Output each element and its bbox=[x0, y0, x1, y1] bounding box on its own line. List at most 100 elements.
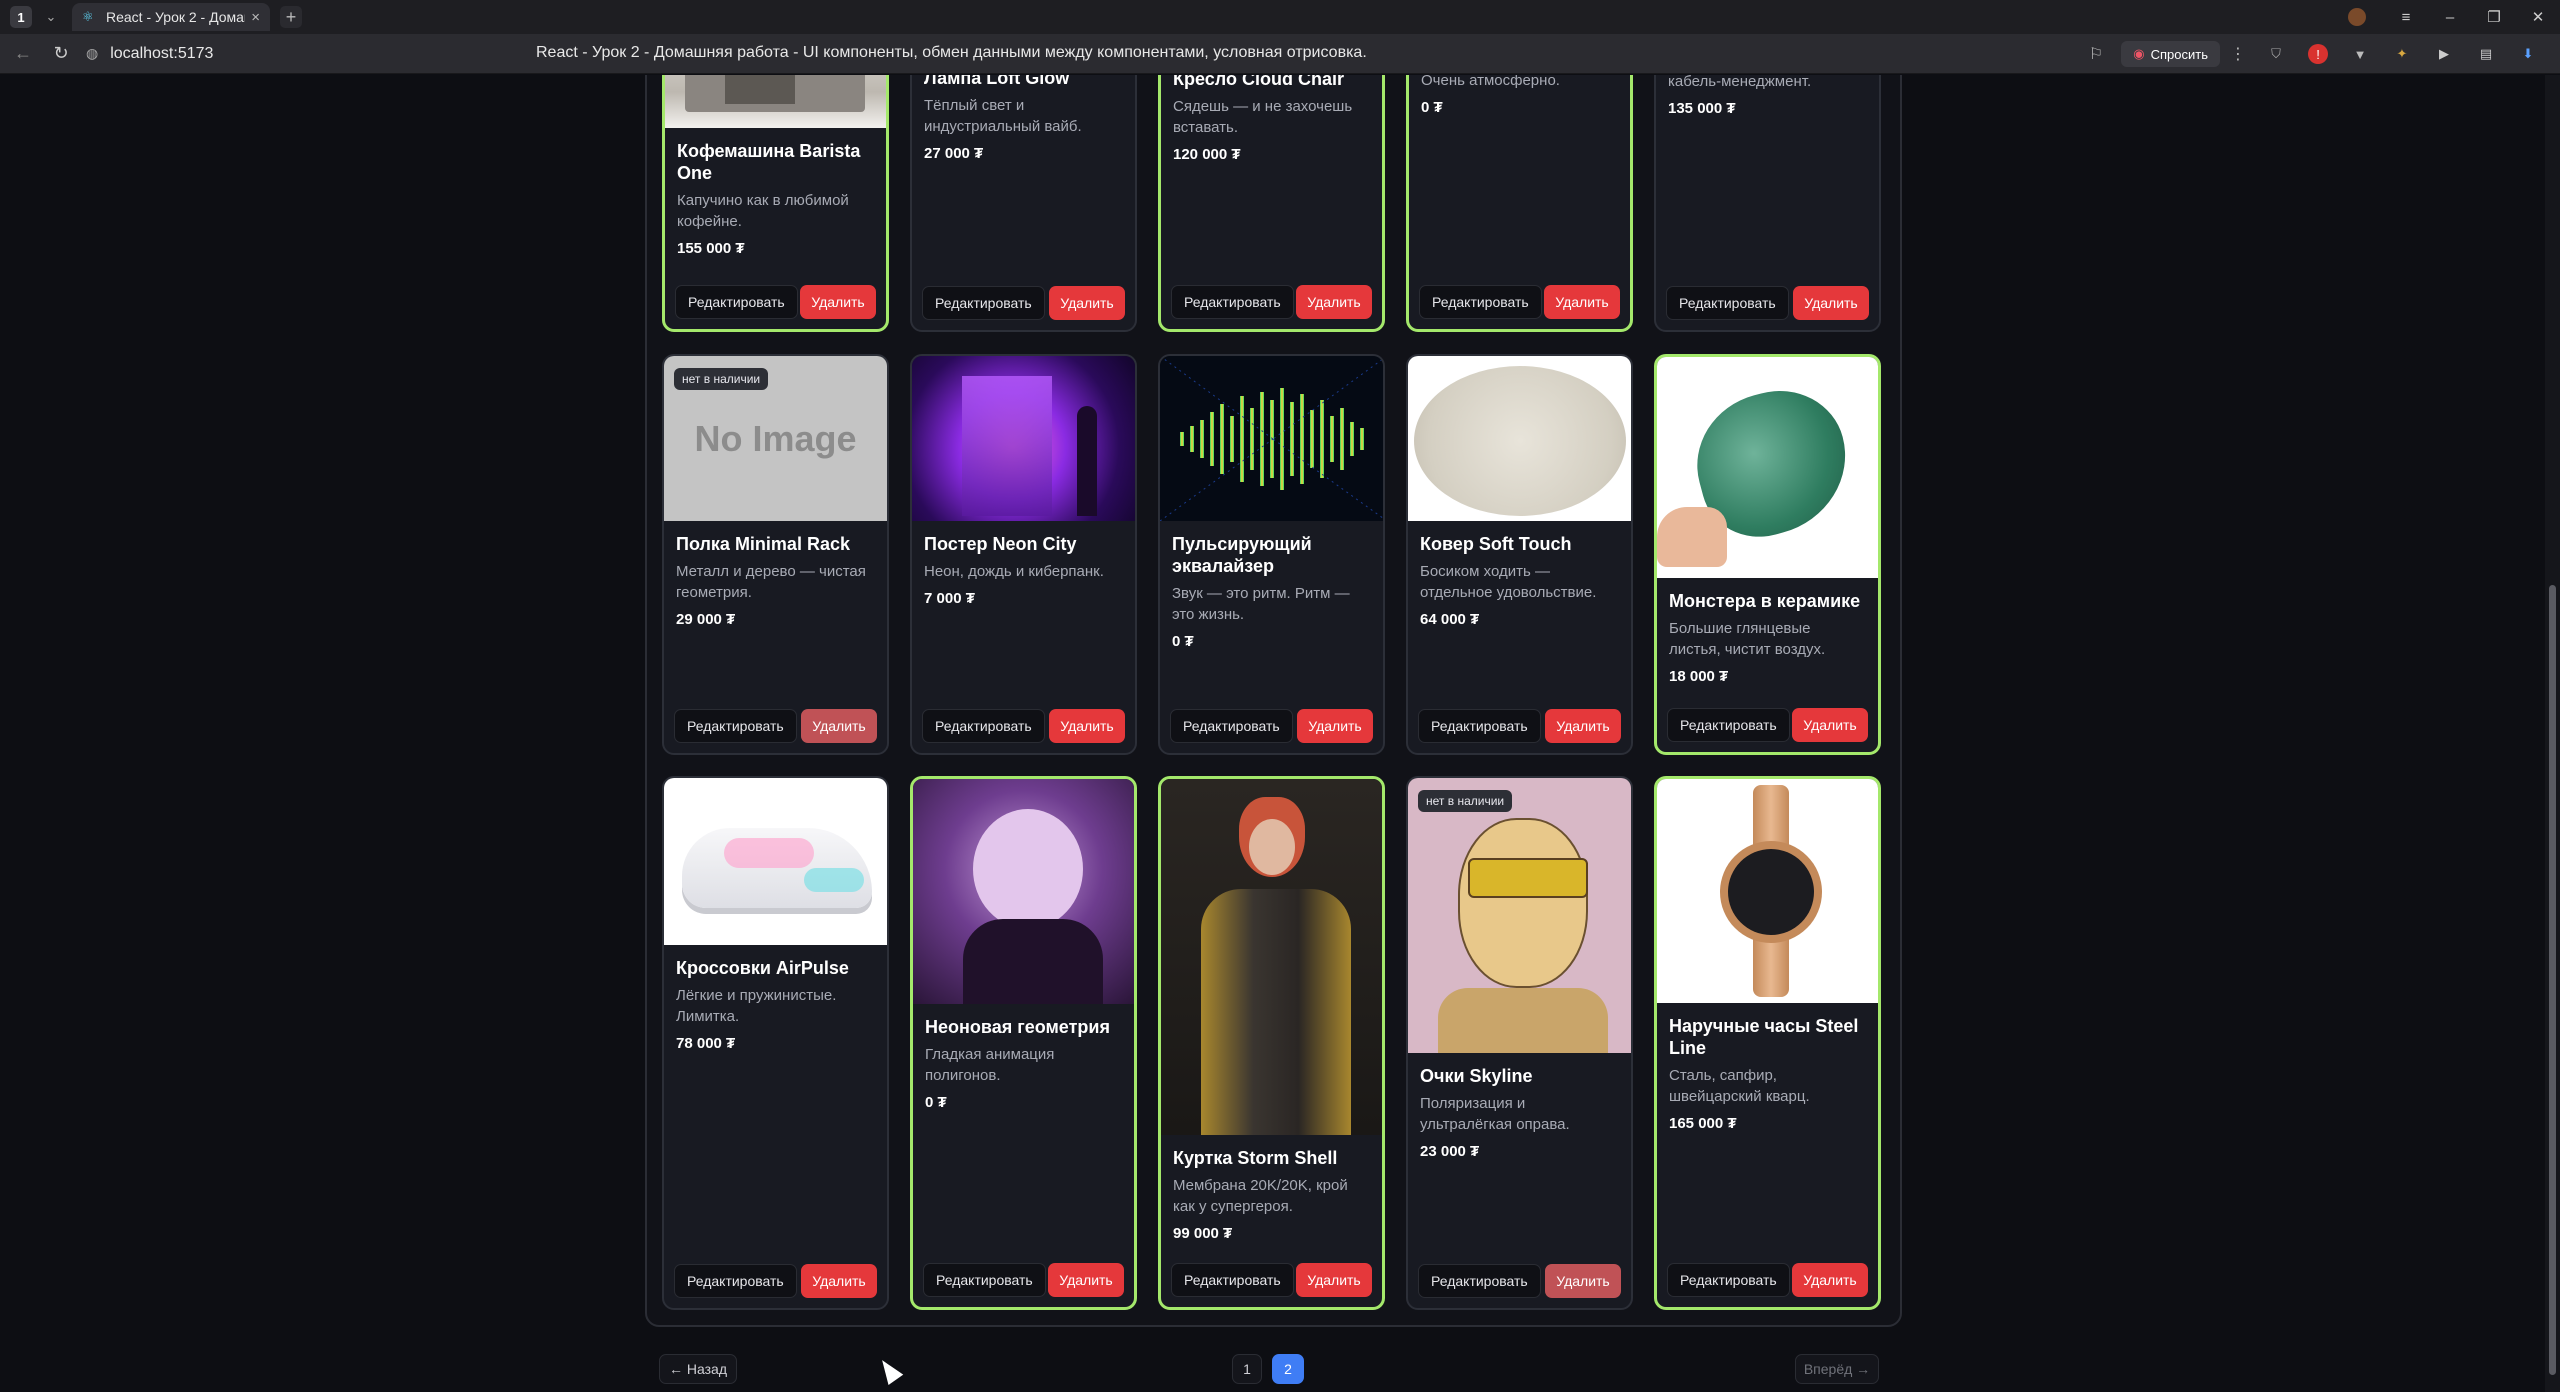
product-name: Монстера в керамике bbox=[1669, 591, 1861, 611]
bookmark-icon[interactable]: ⚐ bbox=[2089, 44, 2103, 64]
page-scrollbar[interactable] bbox=[2545, 75, 2560, 1392]
edit-button[interactable]: Редактировать bbox=[674, 709, 797, 743]
url-text: localhost:5173 bbox=[110, 44, 214, 62]
reload-icon[interactable]: ↻ bbox=[46, 43, 76, 64]
edit-button[interactable]: Редактировать bbox=[1667, 1263, 1790, 1297]
sidebar-extension-icon[interactable]: ▤ bbox=[2476, 44, 2496, 64]
product-image: нет в наличии bbox=[1408, 778, 1631, 1053]
more-options-icon[interactable]: ⋮ bbox=[2230, 44, 2246, 64]
delete-button[interactable]: Удалить bbox=[1545, 1264, 1621, 1298]
edit-button[interactable]: Редактировать bbox=[1666, 286, 1789, 320]
edit-button[interactable]: Редактировать bbox=[1418, 709, 1541, 743]
product-card: Пульсирующий эквалайзер Звук — это ритм.… bbox=[1158, 354, 1385, 755]
new-tab-button[interactable]: + bbox=[280, 6, 302, 28]
product-description: Мембрана 20K/20K, крой как у супергероя. bbox=[1173, 1177, 1348, 1215]
page-button[interactable]: 1 bbox=[1232, 1354, 1262, 1384]
ai-icon: ◉ bbox=[2133, 46, 2145, 61]
tab-counter[interactable]: 1 bbox=[10, 6, 32, 28]
minimize-icon[interactable]: – bbox=[2428, 9, 2472, 26]
edit-button[interactable]: Редактировать bbox=[1419, 285, 1542, 319]
product-name: Кресло Cloud Chair bbox=[1173, 75, 1344, 89]
product-card: Кофемашина Barista One Капучино как в лю… bbox=[662, 75, 889, 332]
ask-ai-label: Спросить bbox=[2150, 46, 2208, 62]
product-image bbox=[1408, 356, 1631, 521]
delete-button[interactable]: Удалить bbox=[1792, 1263, 1868, 1297]
downloads-extension-icon[interactable]: ⬇ bbox=[2518, 44, 2538, 64]
edit-button[interactable]: Редактировать bbox=[675, 285, 798, 319]
product-image bbox=[665, 75, 886, 128]
product-price: 78 000 ₮ bbox=[676, 1035, 736, 1052]
edit-button[interactable]: Редактировать bbox=[922, 286, 1045, 320]
edit-button[interactable]: Редактировать bbox=[923, 1263, 1046, 1297]
product-card: Кресло Cloud Chair Сядешь — и не захочеш… bbox=[1158, 75, 1385, 332]
edit-button[interactable]: Редактировать bbox=[1170, 709, 1293, 743]
product-name: Лампа Loft Glow bbox=[924, 75, 1070, 88]
adblock-extension-icon[interactable]: ! bbox=[2308, 44, 2328, 64]
product-price: 18 000 ₮ bbox=[1669, 668, 1729, 685]
product-description: Звук — это ритм. Ритм — это жизнь. bbox=[1172, 585, 1350, 623]
product-card: Ковер Soft Touch Босиком ходить — отдель… bbox=[1406, 354, 1633, 755]
restore-icon[interactable]: ❐ bbox=[2472, 8, 2516, 26]
delete-button[interactable]: Удалить bbox=[1297, 709, 1373, 743]
tab-list-chevron-icon[interactable]: ⌄ bbox=[40, 6, 62, 28]
edit-button[interactable]: Редактировать bbox=[922, 709, 1045, 743]
delete-button[interactable]: Удалить bbox=[1049, 709, 1125, 743]
edit-button[interactable]: Редактировать bbox=[1667, 708, 1790, 742]
product-image bbox=[913, 779, 1134, 1004]
product-price: 64 000 ₮ bbox=[1420, 611, 1480, 628]
browser-tab[interactable]: ⚛ React - Урок 2 - Домаш × bbox=[72, 3, 270, 31]
product-card: Кроссовки AirPulse Лёгкие и пружинистые.… bbox=[662, 776, 889, 1310]
edit-button[interactable]: Редактировать bbox=[1418, 1264, 1541, 1298]
product-description: Тёплый свет и индустриальный вайб. bbox=[924, 97, 1082, 135]
product-image bbox=[664, 778, 887, 945]
close-tab-icon[interactable]: × bbox=[251, 9, 260, 26]
shield-extension-icon[interactable]: ⛉ bbox=[2266, 44, 2286, 64]
product-card: Куртка Storm Shell Мембрана 20K/20K, кро… bbox=[1158, 776, 1385, 1310]
delete-button[interactable]: Удалить bbox=[1296, 1263, 1372, 1297]
product-card: No Image нет в наличии Полка Minimal Rac… bbox=[662, 354, 889, 755]
product-name: Куртка Storm Shell bbox=[1173, 1148, 1338, 1168]
puzzle-extension-icon[interactable]: ✦ bbox=[2392, 44, 2412, 64]
browser-menu-icon[interactable]: ≡ bbox=[2384, 9, 2428, 26]
product-description: Поляризация и ультралёгкая оправа. bbox=[1420, 1095, 1570, 1133]
delete-button[interactable]: Удалить bbox=[1544, 285, 1620, 319]
media-extension-icon[interactable]: ▶ bbox=[2434, 44, 2454, 64]
edit-button[interactable]: Редактировать bbox=[1171, 1263, 1294, 1297]
delete-button[interactable]: Удалить bbox=[1296, 285, 1372, 319]
product-description: Капучино как в любимой кофейне. bbox=[677, 192, 849, 230]
product-description: кабель-менеджмент. bbox=[1668, 75, 1812, 90]
next-page-button[interactable]: Вперёд → bbox=[1795, 1354, 1879, 1384]
browser-tabbar: 1 ⌄ ⚛ React - Урок 2 - Домаш × + ≡ – ❐ ✕ bbox=[0, 0, 2560, 34]
delete-button[interactable]: Удалить bbox=[1793, 286, 1869, 320]
ask-ai-button[interactable]: ◉ Спросить bbox=[2121, 41, 2220, 67]
product-price: 0 ₮ bbox=[1172, 633, 1194, 650]
delete-button[interactable]: Удалить bbox=[1049, 286, 1125, 320]
url-field[interactable]: ◍ localhost:5173 bbox=[86, 45, 506, 63]
window-controls: ≡ – ❐ ✕ bbox=[2348, 0, 2560, 34]
product-price: 135 000 ₮ bbox=[1668, 100, 1736, 117]
delete-button[interactable]: Удалить bbox=[801, 709, 877, 743]
delete-button[interactable]: Удалить bbox=[1792, 708, 1868, 742]
back-arrow-icon[interactable]: ← bbox=[8, 43, 38, 64]
edit-button[interactable]: Редактировать bbox=[1171, 285, 1294, 319]
delete-button[interactable]: Удалить bbox=[800, 285, 876, 319]
product-name: Наручные часы Steel Line bbox=[1669, 1016, 1859, 1058]
product-price: 120 000 ₮ bbox=[1173, 146, 1241, 163]
no-image-placeholder: No Image нет в наличии bbox=[664, 356, 887, 521]
delete-button[interactable]: Удалить bbox=[801, 1264, 877, 1298]
product-price: 7 000 ₮ bbox=[924, 590, 975, 607]
page-viewport: Кофемашина Barista One Капучино как в лю… bbox=[0, 75, 2545, 1392]
site-info-icon[interactable]: ◍ bbox=[86, 45, 98, 62]
product-name: Неоновая геометрия bbox=[925, 1017, 1110, 1037]
close-window-icon[interactable]: ✕ bbox=[2516, 8, 2560, 26]
profile-avatar-icon[interactable] bbox=[2348, 8, 2366, 26]
product-description: Сядешь — и не захочешь вставать. bbox=[1173, 98, 1353, 136]
product-description: Босиком ходить — отдельное удовольствие. bbox=[1420, 563, 1597, 601]
page-button-current[interactable]: 2 bbox=[1272, 1354, 1304, 1384]
prev-page-button[interactable]: ← Назад bbox=[659, 1354, 737, 1384]
scrollbar-thumb[interactable] bbox=[2549, 585, 2556, 1375]
edit-button[interactable]: Редактировать bbox=[674, 1264, 797, 1298]
delete-button[interactable]: Удалить bbox=[1048, 1263, 1124, 1297]
delete-button[interactable]: Удалить bbox=[1545, 709, 1621, 743]
vue-extension-icon[interactable]: ▼ bbox=[2350, 44, 2370, 64]
